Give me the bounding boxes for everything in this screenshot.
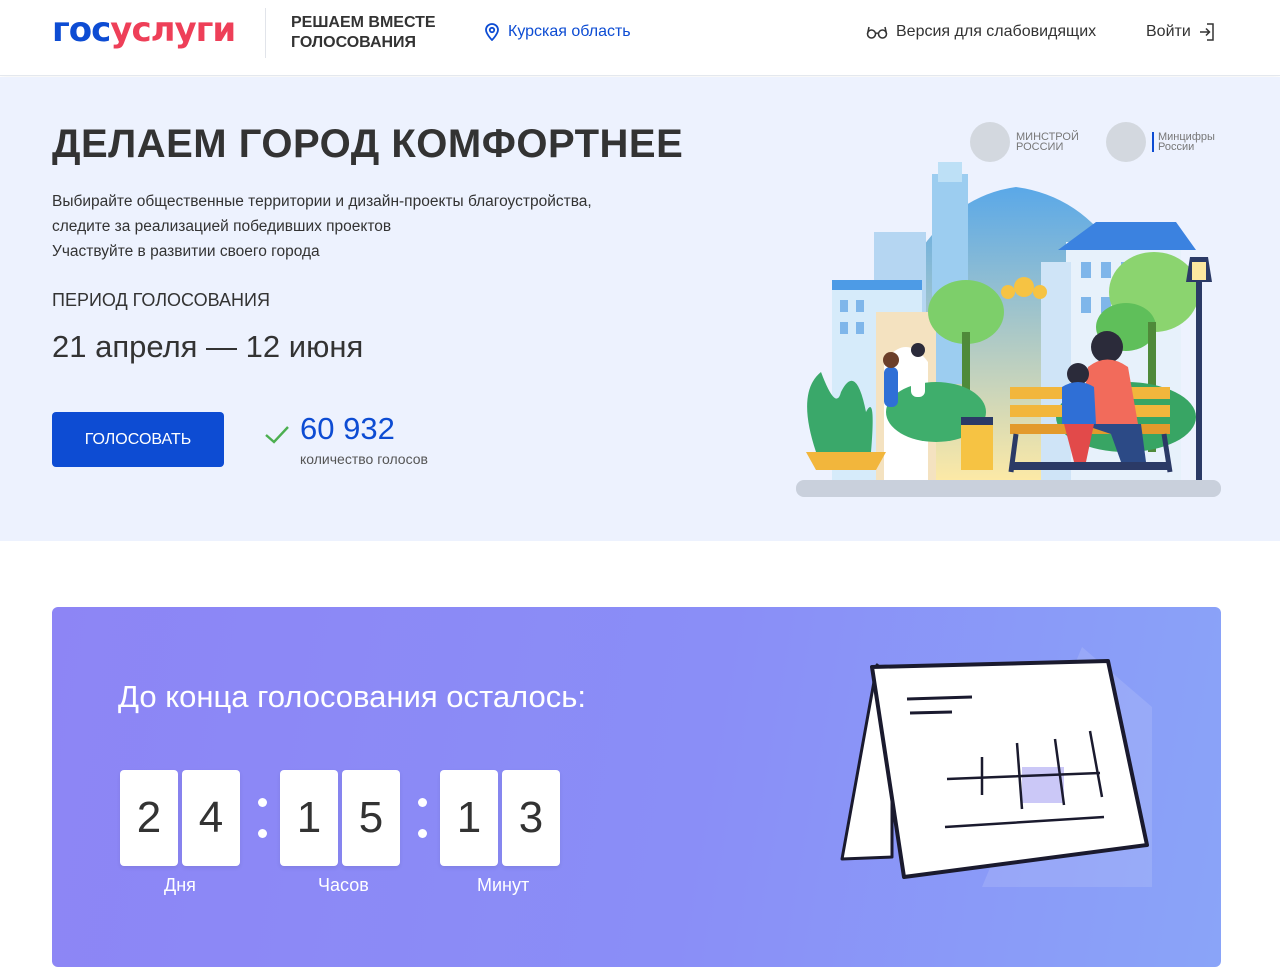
minutes-digit: 3 xyxy=(502,770,560,866)
region-label: Курская область xyxy=(508,23,631,40)
minutes-label: Минут xyxy=(477,875,530,895)
hours-label: Часов xyxy=(318,875,369,895)
countdown-banner: До конца голосования осталось: 2 4 1 5 1… xyxy=(52,607,1221,967)
check-icon xyxy=(265,426,289,444)
accessibility-link[interactable]: Версия для слабовидящих xyxy=(866,23,1096,41)
login-arrow-icon xyxy=(1199,23,1214,41)
colon-separator xyxy=(244,770,280,866)
countdown-digits: 2 4 1 5 1 3 xyxy=(120,770,564,866)
hero-title: ДЕЛАЕМ ГОРОД КОМФОРТНЕЕ xyxy=(52,122,684,166)
login-link[interactable]: Войти xyxy=(1146,23,1215,41)
period-dates: 21 апреля — 12 июня xyxy=(52,329,364,364)
vote-button[interactable]: Голосовать xyxy=(52,412,224,467)
votes-count: 60 932 xyxy=(300,411,395,446)
minstroy-logo: МИНСТРОЙ РОССИИ xyxy=(970,122,1079,162)
location-pin-icon xyxy=(485,23,499,41)
region-selector[interactable]: Курская область xyxy=(484,23,631,41)
colon-separator xyxy=(404,770,440,866)
glasses-icon xyxy=(866,26,888,39)
ballot-board-illustration xyxy=(840,647,1152,887)
city-park-illustration xyxy=(796,162,1221,497)
site-header: госуслуги Решаем вместе голосования Курс… xyxy=(0,0,1280,76)
hero-section: ДЕЛАЕМ ГОРОД КОМФОРТНЕЕ Выбирайте общест… xyxy=(0,77,1280,541)
period-label: ПЕРИОД ГОЛОСОВАНИЯ xyxy=(52,290,270,310)
gosuslugi-logo[interactable]: госуслуги xyxy=(52,10,236,50)
mintsifry-logo: Минцифры России xyxy=(1106,122,1215,162)
votes-label: количество голосов xyxy=(300,451,428,467)
countdown-title: До конца голосования осталось: xyxy=(118,679,586,714)
days-label: Дня xyxy=(164,875,196,895)
header-divider xyxy=(265,8,266,58)
login-label: Войти xyxy=(1146,23,1191,40)
minutes-digit: 1 xyxy=(440,770,498,866)
hours-digit: 1 xyxy=(280,770,338,866)
project-title[interactable]: Решаем вместе голосования xyxy=(291,13,451,53)
hero-description: Выбирайте общественные территории и диза… xyxy=(52,193,592,260)
coat-of-arms-icon xyxy=(1106,122,1146,162)
accessibility-label: Версия для слабовидящих xyxy=(896,23,1097,40)
days-digit: 4 xyxy=(182,770,240,866)
coat-of-arms-icon xyxy=(970,122,1010,162)
days-digit: 2 xyxy=(120,770,178,866)
hours-digit: 5 xyxy=(342,770,400,866)
